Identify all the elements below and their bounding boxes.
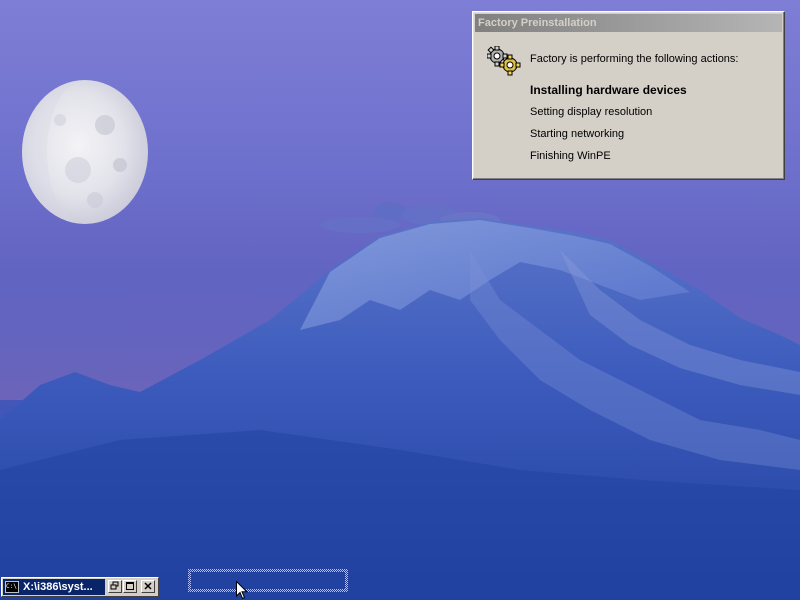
actions-intro-text: Factory is performing the following acti… bbox=[530, 53, 739, 65]
action-item: Finishing WinPE bbox=[530, 150, 611, 162]
maximize-icon bbox=[126, 582, 134, 590]
mouse-pointer-icon bbox=[236, 581, 248, 600]
restore-icon bbox=[110, 581, 119, 590]
action-item: Setting display resolution bbox=[530, 106, 653, 118]
window-drag-outline bbox=[188, 569, 348, 592]
window-title: Factory Preinstallation bbox=[478, 17, 597, 29]
console-window-title: X:\i386\syst... bbox=[23, 581, 93, 593]
maximize-button[interactable] bbox=[123, 580, 137, 593]
console-window-minimized[interactable]: C:\ X:\i386\syst... bbox=[1, 577, 159, 597]
restore-button[interactable] bbox=[108, 580, 122, 593]
action-item: Starting networking bbox=[530, 128, 625, 140]
close-button[interactable] bbox=[141, 580, 155, 593]
factory-preinstallation-window[interactable]: Factory Preinstallation Factory is perfo… bbox=[472, 11, 785, 180]
console-icon[interactable]: C:\ bbox=[5, 581, 19, 593]
desktop[interactable]: Factory Preinstallation Factory is perfo… bbox=[0, 0, 800, 600]
close-icon bbox=[144, 582, 152, 590]
gears-icon bbox=[487, 46, 521, 76]
console-title-bar[interactable]: C:\ X:\i386\syst... bbox=[3, 579, 105, 595]
action-item-current: Installing hardware devices bbox=[530, 83, 687, 97]
moon-shape bbox=[22, 80, 148, 224]
title-bar[interactable]: Factory Preinstallation bbox=[475, 14, 782, 32]
